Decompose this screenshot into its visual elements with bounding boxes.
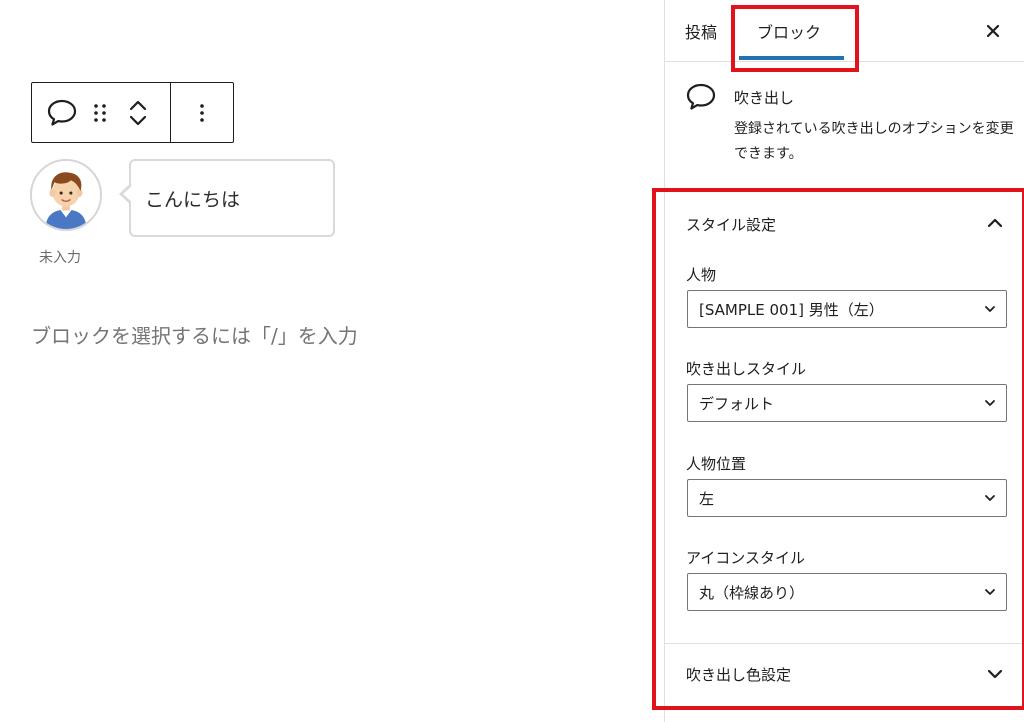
chevron-down-icon[interactable]	[129, 115, 147, 127]
editor-canvas[interactable]: 未入力 こんにちは ブロックを選択するには「/」を入力	[0, 0, 664, 722]
person-avatar-image	[32, 161, 100, 229]
drag-handle-icon	[94, 103, 106, 122]
block-appender-placeholder[interactable]: ブロックを選択するには「/」を入力	[31, 320, 358, 349]
toolbar-group-options	[171, 83, 233, 142]
balloon-text[interactable]: こんにちは	[119, 159, 335, 237]
balloon-color-panel-toggle[interactable]: 吹き出し色設定	[665, 643, 1024, 705]
chevron-down-icon	[985, 400, 995, 406]
chevron-down-icon	[985, 306, 995, 312]
toolbar-group-main	[32, 83, 171, 142]
tab-post[interactable]: 投稿	[685, 0, 717, 62]
block-mover	[120, 88, 156, 138]
person-label: 人物	[686, 266, 717, 284]
balloon-style-select-value: デフォルト	[699, 394, 775, 413]
person-select[interactable]: [SAMPLE 001] 男性（左）	[687, 290, 1007, 328]
person-position-select[interactable]: 左	[687, 479, 1007, 517]
chevron-down-icon	[987, 669, 1003, 679]
more-options-button[interactable]	[187, 93, 217, 133]
settings-sidebar: 投稿 ブロック 吹き出し 登録されている吹き出しのオプションを変更できます。 ス…	[652, 0, 1024, 722]
icon-style-label: アイコンスタイル	[686, 549, 805, 567]
chevron-up-icon[interactable]	[129, 99, 147, 111]
speech-bubble-icon	[686, 83, 716, 110]
block-type-button[interactable]	[44, 93, 80, 133]
chevron-down-icon	[985, 589, 995, 595]
tab-highlight-box	[731, 5, 859, 72]
icon-style-select-value: 丸（枠線あり）	[699, 583, 805, 602]
chevron-up-icon	[987, 218, 1003, 228]
avatar	[30, 159, 102, 231]
close-icon	[986, 24, 1000, 38]
block-card-title: 吹き出し	[734, 89, 795, 107]
avatar-name: 未入力	[39, 250, 81, 266]
balloon-style-label: 吹き出しスタイル	[686, 360, 807, 378]
style-settings-title: スタイル設定	[686, 215, 777, 234]
person-position-label: 人物位置	[686, 455, 747, 473]
block-toolbar	[31, 82, 234, 143]
style-settings-panel-toggle[interactable]: スタイル設定	[665, 193, 1024, 255]
balloon-color-title: 吹き出し色設定	[686, 666, 792, 684]
icon-style-select[interactable]: 丸（枠線あり）	[687, 573, 1007, 611]
more-vertical-icon	[200, 103, 204, 122]
speech-bubble-icon	[47, 99, 77, 126]
close-button[interactable]	[978, 16, 1008, 46]
sidebar-tabs: 投稿 ブロック	[665, 0, 1024, 72]
block-card-description: 登録されている吹き出しのオプションを変更できます。	[734, 121, 1014, 162]
person-select-value: [SAMPLE 001] 男性（左）	[699, 300, 884, 319]
chevron-down-icon	[985, 495, 995, 501]
balloon-style-select[interactable]: デフォルト	[687, 384, 1007, 422]
person-position-select-value: 左	[699, 489, 715, 508]
drag-handle-button[interactable]	[80, 93, 120, 133]
